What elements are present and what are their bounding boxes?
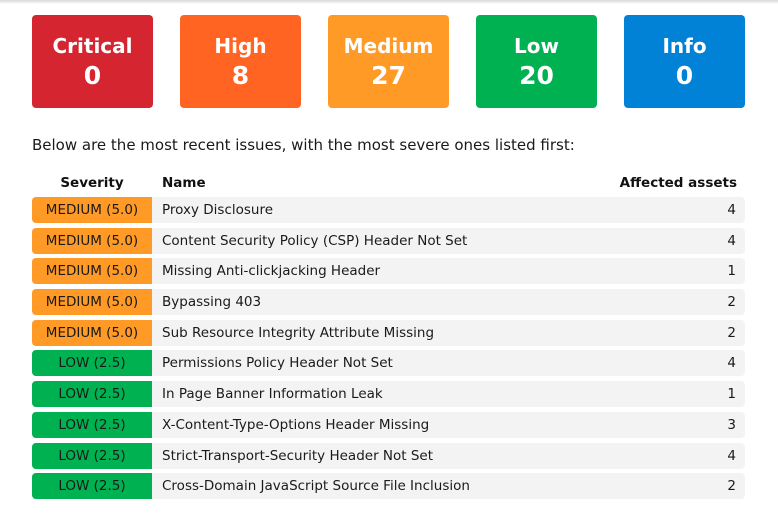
table-row[interactable]: MEDIUM (5.0) Bypassing 403 2 (32, 289, 745, 316)
affected-assets-count: 3 (727, 416, 736, 433)
table-row[interactable]: MEDIUM (5.0) Missing Anti-clickjacking He… (32, 258, 745, 285)
issue-name[interactable]: Sub Resource Integrity Attribute Missing (152, 320, 656, 346)
issues-table: Severity Name Affected assets MEDIUM (5.… (32, 172, 745, 500)
issue-name[interactable]: Cross-Domain JavaScript Source File Incl… (152, 473, 656, 499)
card-label: High (214, 33, 267, 58)
affected-assets-count: 2 (727, 478, 736, 495)
table-row[interactable]: MEDIUM (5.0) Content Security Policy (CSP… (32, 227, 745, 254)
column-header-affected-assets: Affected assets (619, 175, 737, 191)
card-count: 0 (83, 60, 102, 90)
header-shadow (0, 0, 778, 4)
severity-badge: LOW (2.5) (32, 411, 152, 438)
issue-name[interactable]: In Page Banner Information Leak (152, 381, 656, 407)
card-label: Info (662, 33, 707, 58)
severity-badge: LOW (2.5) (32, 442, 152, 469)
table-row[interactable]: MEDIUM (5.0) Sub Resource Integrity Attri… (32, 319, 745, 346)
column-header-severity: Severity (60, 175, 124, 191)
issue-name[interactable]: Strict-Transport-Security Header Not Set (152, 443, 656, 469)
affected-assets-count: 4 (727, 232, 736, 249)
summary-card-high: High 8 (180, 15, 301, 108)
severity-badge: MEDIUM (5.0) (32, 319, 152, 346)
card-count: 20 (519, 60, 554, 90)
severity-badge: MEDIUM (5.0) (32, 258, 152, 285)
affected-assets-count: 2 (727, 294, 736, 311)
card-count: 0 (675, 60, 694, 90)
issue-name[interactable]: Missing Anti-clickjacking Header (152, 258, 656, 284)
table-body: MEDIUM (5.0) Proxy Disclosure 4 MEDIUM (5.0… (32, 197, 745, 500)
affected-assets-count: 4 (727, 355, 736, 372)
table-row[interactable]: LOW (2.5) Permissions Policy Header Not S… (32, 350, 745, 377)
summary-card-critical: Critical 0 (32, 15, 153, 108)
card-count: 27 (371, 60, 406, 90)
issue-name[interactable]: X-Content-Type-Options Header Missing (152, 412, 656, 438)
affected-assets-count: 2 (727, 324, 736, 341)
issue-name[interactable]: Proxy Disclosure (152, 197, 656, 223)
issue-name[interactable]: Permissions Policy Header Not Set (152, 350, 656, 376)
summary-card-low: Low 20 (476, 15, 597, 108)
column-header-name: Name (162, 175, 206, 191)
issue-name[interactable]: Bypassing 403 (152, 289, 656, 315)
severity-badge: LOW (2.5) (32, 381, 152, 408)
summary-card-medium: Medium 27 (328, 15, 449, 108)
affected-assets-count: 1 (727, 263, 736, 280)
table-row[interactable]: LOW (2.5) Strict-Transport-Security Heade… (32, 442, 745, 469)
severity-badge: LOW (2.5) (32, 473, 152, 500)
card-label: Medium (343, 33, 434, 58)
card-label: Critical (52, 33, 133, 58)
table-row[interactable]: LOW (2.5) In Page Banner Information Leak… (32, 381, 745, 408)
card-label: Low (514, 33, 559, 58)
affected-assets-count: 4 (727, 202, 736, 218)
summary-card-info: Info 0 (624, 15, 745, 108)
table-header: Severity Name Affected assets (32, 172, 745, 194)
table-row[interactable]: LOW (2.5) X-Content-Type-Options Header M… (32, 411, 745, 438)
intro-text: Below are the most recent issues, with t… (32, 136, 575, 154)
severity-summary: Critical 0 High 8 Medium 27 Low 20 Info … (32, 15, 745, 108)
severity-badge: LOW (2.5) (32, 350, 152, 377)
severity-badge: MEDIUM (5.0) (32, 227, 152, 254)
table-row[interactable]: LOW (2.5) Cross-Domain JavaScript Source … (32, 473, 745, 500)
affected-assets-count: 1 (727, 386, 736, 403)
severity-badge: MEDIUM (5.0) (32, 197, 152, 223)
card-count: 8 (231, 60, 250, 90)
affected-assets-count: 4 (727, 447, 736, 464)
severity-badge: MEDIUM (5.0) (32, 289, 152, 316)
issue-name[interactable]: Content Security Policy (CSP) Header Not… (152, 228, 656, 254)
table-row[interactable]: MEDIUM (5.0) Proxy Disclosure 4 (32, 197, 745, 223)
